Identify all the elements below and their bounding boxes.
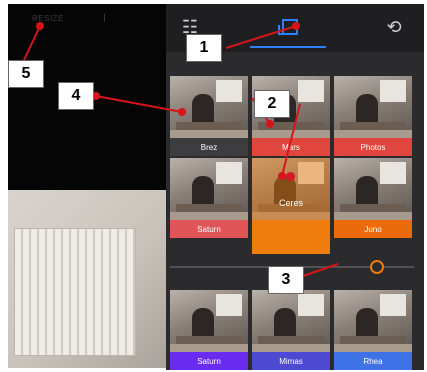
callout-5: 5 <box>8 60 44 88</box>
annotation-dot <box>266 120 274 128</box>
callout-2: 2 <box>254 90 290 118</box>
annotation-dot <box>278 172 286 180</box>
annotation-dot <box>36 22 44 30</box>
callout-4: 4 <box>58 82 94 110</box>
callout-3: 3 <box>268 266 304 294</box>
annotation-dot <box>292 22 300 30</box>
annotation-dot <box>178 108 186 116</box>
callout-1: 1 <box>186 34 222 62</box>
